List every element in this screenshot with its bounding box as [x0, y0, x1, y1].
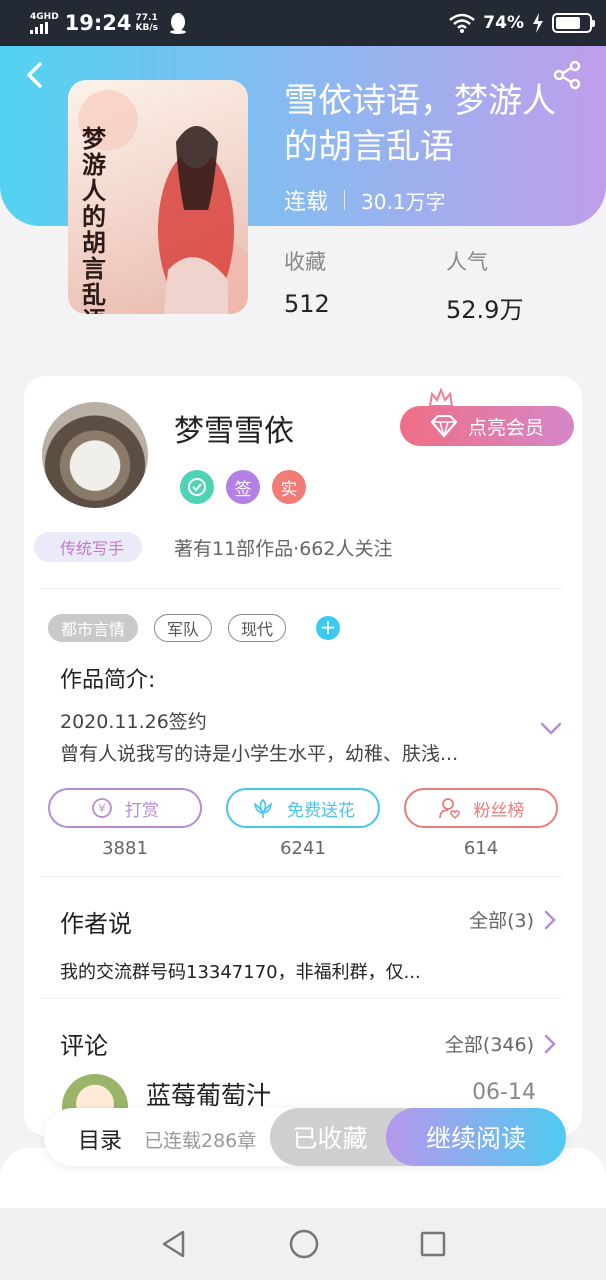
nav-recents-icon[interactable]	[419, 1230, 447, 1258]
activate-vip-button[interactable]: 点亮会员	[400, 406, 574, 446]
chevron-right-icon	[544, 910, 556, 929]
chevron-down-icon[interactable]	[540, 722, 562, 736]
comments-heading: 评论	[60, 1032, 108, 1060]
word-count: 30.1万字	[361, 189, 446, 214]
genre-tags: 都市言情 军队 现代 +	[48, 614, 341, 642]
flower-count: 6241	[280, 838, 326, 859]
add-tag-button[interactable]: +	[316, 616, 341, 640]
author-avatar[interactable]	[42, 402, 148, 508]
real-name-badge: 实	[272, 470, 306, 504]
reward-count: 3881	[102, 838, 148, 859]
cover-title: 梦游人的胡言乱语	[82, 124, 106, 315]
charging-icon	[533, 13, 543, 33]
book-detail-card: 梦雪雪依 点亮会员 签 实 传统写手 著有11部作品·662人关注 都市言情 军…	[24, 376, 582, 1136]
status-bar: 4GHD 19:24 77.1 KB/s 74%	[0, 0, 606, 46]
system-navigation-bar	[0, 1208, 606, 1280]
reward-icon: ¥	[92, 798, 112, 818]
battery-percent: 74%	[483, 13, 524, 33]
continue-reading-button[interactable]: 继续阅读	[386, 1108, 566, 1166]
divider	[42, 876, 562, 877]
favorites-stat: 收藏 512	[284, 250, 330, 318]
divider	[42, 588, 562, 589]
book-title: 雪依诗语，梦游人的胡言乱语	[284, 81, 556, 167]
reading-action-bar: 目录 已连载286章 已收藏 继续阅读	[44, 1108, 566, 1166]
commenter-name[interactable]: 蓝莓葡萄汁	[146, 1076, 271, 1112]
tag-item[interactable]: 军队	[154, 614, 213, 642]
signal-icon	[30, 21, 59, 34]
verified-icon	[180, 470, 214, 504]
author-badges: 签 实	[180, 470, 306, 504]
network-speed: 77.1 KB/s	[135, 13, 159, 33]
fans-count: 614	[463, 838, 499, 859]
chevron-right-icon	[544, 1034, 556, 1053]
author-works-summary: 著有11部作品·662人关注	[174, 538, 393, 560]
serial-status: 连载	[284, 190, 329, 215]
book-cover[interactable]: 梦游人的胡言乱语	[68, 80, 248, 314]
signal-indicator: 4GHD	[30, 12, 59, 34]
clock: 19:24	[64, 11, 132, 35]
svg-text:¥: ¥	[99, 802, 106, 815]
divider	[42, 998, 562, 999]
intro-heading: 作品简介:	[60, 668, 156, 693]
nav-home-icon[interactable]	[288, 1228, 320, 1260]
fans-icon	[438, 798, 460, 820]
book-meta: 连载 30.1万字	[284, 184, 446, 216]
diamond-icon	[430, 415, 458, 437]
comments-all-link[interactable]: 全部(346)	[445, 1030, 556, 1057]
reward-button[interactable]: ¥ 打赏	[48, 788, 202, 828]
send-flower-button[interactable]: 免费送花	[226, 788, 380, 828]
meta-divider	[344, 190, 346, 210]
wifi-icon	[449, 13, 476, 33]
flower-icon	[253, 798, 273, 818]
writer-level-tag: 传统写手	[34, 532, 143, 562]
author-says-heading: 作者说	[60, 910, 132, 938]
tag-item[interactable]: 都市言情	[48, 614, 139, 642]
author-says-text[interactable]: 我的交流群号码13347170，非福利群，仅...	[60, 958, 421, 984]
table-of-contents-button[interactable]: 目录	[78, 1123, 122, 1155]
comment-date: 06-14	[472, 1080, 536, 1105]
nav-back-icon[interactable]	[159, 1229, 189, 1259]
tag-item[interactable]: 现代	[228, 614, 287, 642]
battery-icon	[552, 13, 595, 33]
qq-icon	[170, 13, 187, 34]
author-name[interactable]: 梦雪雪依	[174, 406, 294, 450]
author-says-all-link[interactable]: 全部(3)	[469, 906, 556, 933]
chapter-count: 已连载286章	[144, 1130, 257, 1152]
back-icon[interactable]	[22, 62, 48, 88]
fans-ranking-button[interactable]: 粉丝榜	[404, 788, 558, 828]
intro-text[interactable]: 2020.11.26签约 曾有人说我写的诗是小学生水平，幼稚、肤浅...	[60, 706, 458, 770]
popularity-stat: 人气 52.9万	[446, 250, 524, 324]
signed-badge: 签	[226, 470, 260, 504]
